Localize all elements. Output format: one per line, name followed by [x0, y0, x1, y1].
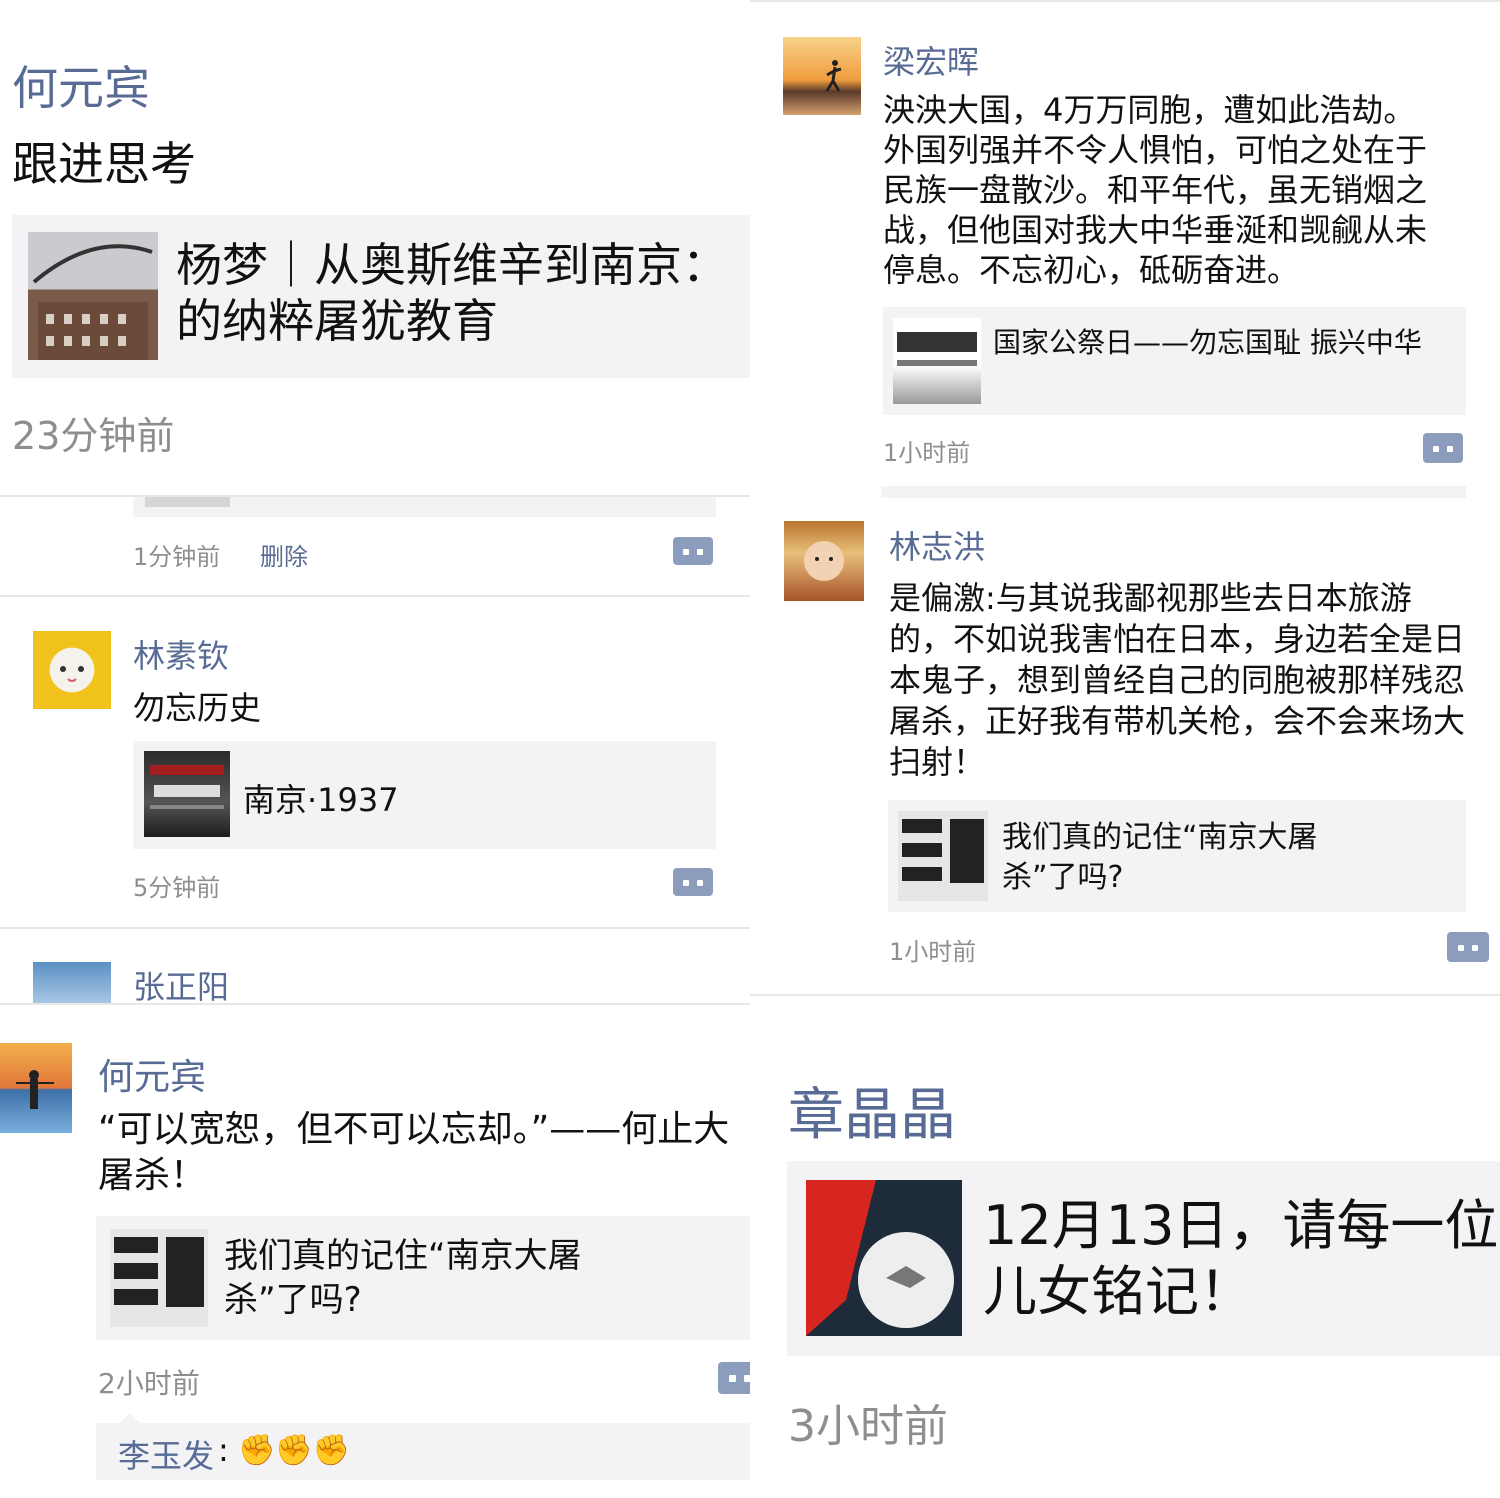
shared-article-card[interactable]: 我们真的记住“南京大屠杀”了吗?	[888, 800, 1466, 912]
post-text: 是偏激:与其说我鄙视那些去日本旅游的，不如说我害怕在日本，身边若全是日本鬼子，想…	[889, 579, 1466, 781]
comment-arrow	[120, 1413, 140, 1423]
panel-bottom-left: 何元宾 “可以宽恕，但不可以忘却。”——何止大屠杀！ 我们真的记住“南京大屠杀”…	[0, 1003, 750, 1498]
article-thumbnail	[144, 751, 230, 837]
post-time: 1分钟前	[133, 543, 221, 571]
author-name[interactable]: 张正阳	[133, 962, 229, 1003]
author-name[interactable]: 林素钦	[133, 631, 229, 677]
delete-link[interactable]: 删除	[260, 537, 308, 572]
article-title: 国家公祭日——勿忘国耻 振兴中华	[993, 326, 1422, 359]
author-name[interactable]: 何元宾	[12, 52, 150, 118]
comment-author[interactable]: 李玉发	[118, 1431, 214, 1477]
article-thumbnail	[893, 318, 981, 404]
fist-emoji-icons: ✊✊✊	[238, 1433, 351, 1468]
divider	[0, 595, 750, 597]
comment-button[interactable]	[718, 1362, 750, 1394]
article-title: 我们真的记住“南京大屠杀”了吗?	[1002, 820, 1318, 895]
post-text: 泱泱大国，4万万同胞，遭如此浩劫。外国列强并不令人惧怕，可怕之处在于民族一盘散沙…	[883, 91, 1428, 289]
avatar[interactable]	[783, 37, 861, 115]
divider	[0, 927, 750, 929]
article-title: 我们真的记住“南京大屠杀”了吗?	[224, 1236, 582, 1320]
post-time: 1小时前	[883, 439, 971, 467]
avatar[interactable]	[784, 521, 864, 601]
comment-box: 李玉发 : ✊✊✊	[96, 1423, 750, 1480]
post-text: “可以宽恕，但不可以忘却。”——何止大屠杀！	[98, 1109, 730, 1196]
author-name[interactable]: 何元宾	[98, 1048, 206, 1100]
avatar[interactable]	[33, 631, 111, 709]
post-time: 5分钟前	[133, 874, 221, 902]
divider	[0, 1003, 750, 1005]
author-name[interactable]: 梁宏晖	[883, 37, 979, 83]
article-title: 杨梦｜从奥斯维辛到南京：的纳粹屠犹教育	[176, 238, 728, 348]
article-title: 南京·1937	[243, 781, 399, 819]
shared-article-card[interactable]: 12月13日，请每一位儿女铭记！	[787, 1161, 1500, 1356]
article-thumbnail	[28, 232, 158, 360]
comment-box-partial	[881, 486, 1466, 498]
post-time: 3小时前	[788, 1401, 948, 1452]
avatar[interactable]	[33, 962, 111, 1003]
article-title: 12月13日，请每一位儿女铭记！	[983, 1194, 1499, 1323]
article-thumbnail-partial	[145, 497, 230, 507]
shared-article-card[interactable]: 南京·1937	[133, 741, 716, 849]
comment-button[interactable]	[1423, 433, 1463, 463]
article-thumbnail	[898, 811, 988, 901]
panel-left-middle: 1分钟前 删除 林素钦 勿忘历史 南京·1937 5分钟前 张正阳	[0, 495, 750, 1003]
article-thumbnail	[110, 1229, 208, 1327]
panel-top-right: 梁宏晖 泱泱大国，4万万同胞，遭如此浩劫。外国列强并不令人惧怕，可怕之处在于民族…	[750, 0, 1500, 1000]
article-thumbnail	[806, 1180, 962, 1336]
shared-article-card[interactable]: 国家公祭日——勿忘国耻 振兴中华	[883, 307, 1466, 415]
comment-button[interactable]	[673, 537, 713, 565]
comment-separator: :	[218, 1431, 229, 1469]
shared-article-card[interactable]: 杨梦｜从奥斯维辛到南京：的纳粹屠犹教育	[12, 215, 750, 378]
shared-article-card[interactable]: 我们真的记住“南京大屠杀”了吗?	[96, 1216, 750, 1340]
panel-bottom-right: 章晶晶 12月13日，请每一位儿女铭记！ 3小时前	[750, 1000, 1500, 1498]
author-name[interactable]: 林志洪	[889, 522, 985, 568]
panel-top-left: 何元宾 跟进思考 杨梦｜从奥斯维辛到南京：的纳粹屠犹教育 23分钟前	[0, 0, 750, 495]
post-text: 跟进思考	[12, 137, 196, 191]
avatar[interactable]	[0, 1043, 72, 1133]
comment-button[interactable]	[1447, 932, 1489, 962]
author-name[interactable]: 章晶晶	[788, 1070, 956, 1151]
post-text: 勿忘历史	[133, 689, 262, 727]
comment-button[interactable]	[673, 868, 713, 896]
divider	[750, 0, 1500, 2]
post-time: 23分钟前	[12, 414, 175, 458]
post-time: 1小时前	[889, 938, 977, 966]
divider	[750, 994, 1500, 996]
post-time: 2小时前	[98, 1367, 200, 1400]
